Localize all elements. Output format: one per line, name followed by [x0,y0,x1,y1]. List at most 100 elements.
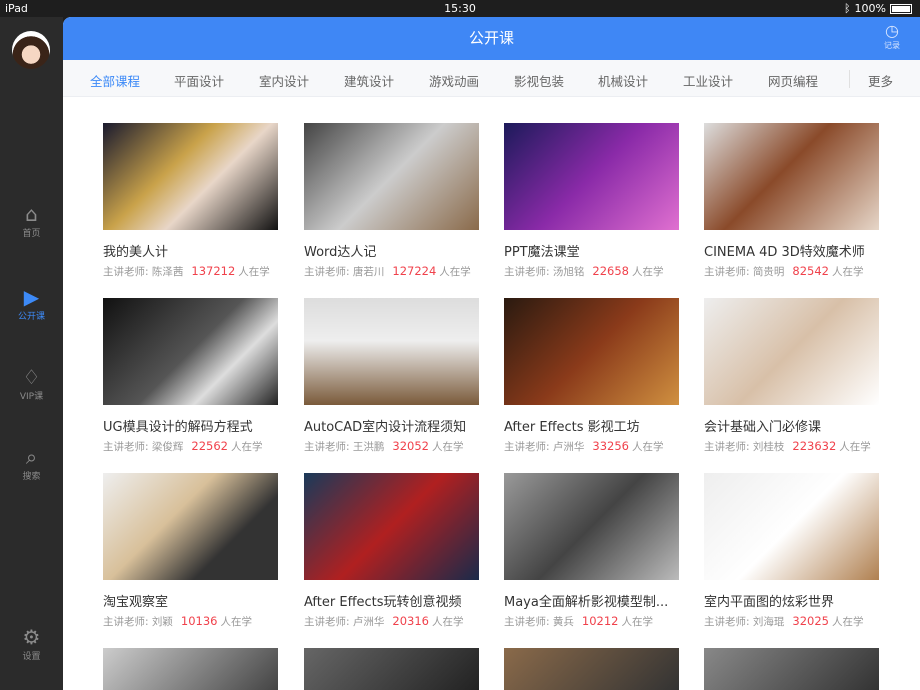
learner-suffix: 人在学 [631,441,664,453]
sidebar-item-label: 设置 [22,652,41,662]
course-card[interactable]: PPT魔法课堂 主讲老师: 汤旭铭 22658 人在学 [504,123,679,279]
clock-icon: ◷ [885,21,899,40]
main-content: 公开课 ◷ 记录 更多 全部课程 平面设计 室内设计 建筑设计 游戏动画 影视包装 机械设计 工… [63,17,920,690]
course-card[interactable]: 我的美人计 主讲老师: 陈泽茜 137212 人在学 [103,123,278,279]
teacher-name: 王洪鹏 [352,441,385,453]
course-thumbnail[interactable] [704,123,879,230]
course-thumbnail[interactable] [504,298,679,405]
sidebar-item-label: VIP课 [19,392,44,402]
tab-6[interactable]: 机械设计 [598,71,648,90]
course-title: UG模具设计的解码方程式 [103,420,253,435]
header: 公开课 ◷ 记录 [63,17,920,60]
course-card[interactable]: Word达人记 主讲老师: 唐若川 127224 人在学 [304,123,479,279]
course-card[interactable] [504,648,679,690]
sidebar: ⌂ 首页 ▶ 公开课 ♢ VIP课 ⌕ 搜索 ⚙ 设置 [0,17,63,690]
tab-1[interactable]: 平面设计 [174,71,224,90]
search-icon: ⌕ [25,445,38,469]
teacher-prefix: 主讲老师: [704,266,750,278]
record-button[interactable]: ◷ 记录 [884,22,900,52]
teacher-name: 刘桂枝 [752,441,785,453]
learner-count: 137212 [191,264,236,278]
clock: 15:30 [444,2,476,15]
category-tabs: 更多 全部课程 平面设计 室内设计 建筑设计 游戏动画 影视包装 机械设计 工业设计 网页编程 [63,60,920,97]
teacher-name: 陈泽茜 [151,266,184,278]
sidebar-item-1[interactable]: ▶ 公开课 [0,285,63,322]
status-bar: iPad 15:30 ᛒ 100% [0,0,920,17]
course-title: 我的美人计 [103,245,169,260]
course-thumbnail[interactable] [504,473,679,580]
tab-0[interactable]: 全部课程 [90,71,140,90]
teacher-prefix: 主讲老师: [304,441,350,453]
tab-8[interactable]: 网页编程 [768,71,818,90]
course-card[interactable]: AutoCAD室内设计流程须知 主讲老师: 王洪鹏 32052 人在学 [304,298,479,454]
learner-count: 22562 [191,439,228,453]
tab-3[interactable]: 建筑设计 [344,71,394,90]
course-meta: 主讲老师: 卢洲华 33256 人在学 [504,439,679,454]
course-card[interactable] [304,648,479,690]
avatar[interactable] [12,31,50,69]
home-icon: ⌂ [25,202,38,226]
learner-suffix: 人在学 [839,441,871,453]
video-icon: ▶ [23,285,40,309]
course-card[interactable]: CINEMA 4D 3D特效魔术师 主讲老师: 简贵明 82542 人在学 [704,123,879,279]
course-thumbnail[interactable] [304,298,479,405]
teacher-prefix: 主讲老师: [103,441,149,453]
course-title: 室内平面图的炫彩世界 [704,595,835,610]
learner-count: 33256 [592,439,629,453]
battery-icon [890,3,912,14]
course-thumbnail[interactable] [504,123,679,230]
tab-7[interactable]: 工业设计 [683,71,733,90]
learner-count: 127224 [392,264,437,278]
course-thumbnail[interactable] [504,648,679,690]
course-thumbnail[interactable] [103,123,278,230]
course-thumbnail[interactable] [304,123,479,230]
tab-5[interactable]: 影视包装 [514,71,564,90]
teacher-name: 卢洲华 [552,441,585,453]
course-card[interactable]: After Effects玩转创意视频 主讲老师: 卢洲华 20316 人在学 [304,473,479,629]
course-thumbnail[interactable] [103,648,278,690]
course-thumbnail[interactable] [304,473,479,580]
sidebar-item-0[interactable]: ⌂ 首页 [0,202,63,239]
course-card[interactable] [704,648,879,690]
learner-suffix: 人在学 [431,616,464,628]
course-title: After Effects 影视工坊 [504,420,640,435]
course-title: AutoCAD室内设计流程须知 [304,420,467,435]
teacher-name: 简贵明 [752,266,785,278]
course-card[interactable]: After Effects 影视工坊 主讲老师: 卢洲华 33256 人在学 [504,298,679,454]
course-thumbnail[interactable] [103,473,278,580]
course-card[interactable]: 淘宝观察室 主讲老师: 刘颖 10136 人在学 [103,473,278,629]
teacher-prefix: 主讲老师: [103,266,149,278]
teacher-name: 唐若川 [352,266,385,278]
tab-4[interactable]: 游戏动画 [429,71,479,90]
course-card[interactable]: 会计基础入门必修课 主讲老师: 刘桂枝 223632 人在学 [704,298,879,454]
course-meta: 主讲老师: 汤旭铭 22658 人在学 [504,264,679,279]
learner-count: 22658 [592,264,629,278]
course-thumbnail[interactable] [704,648,879,690]
page-title: 公开课 [468,29,514,47]
sidebar-item-2[interactable]: ♢ VIP课 [0,365,63,402]
battery-percent: 100% [854,2,886,15]
learner-suffix: 人在学 [631,266,664,278]
sidebar-item-4[interactable]: ⚙ 设置 [0,625,63,662]
course-thumbnail[interactable] [704,298,879,405]
course-title: CINEMA 4D 3D特效魔术师 [704,245,865,260]
teacher-name: 黄兵 [552,616,574,628]
teacher-prefix: 主讲老师: [504,266,550,278]
course-thumbnail[interactable] [304,648,479,690]
course-thumbnail[interactable] [103,298,278,405]
course-title: 会计基础入门必修课 [704,420,822,435]
sidebar-item-3[interactable]: ⌕ 搜索 [0,445,63,482]
tab-2[interactable]: 室内设计 [259,71,309,90]
course-meta: 主讲老师: 简贵明 82542 人在学 [704,264,879,279]
diamond-icon: ♢ [22,365,41,389]
course-thumbnail[interactable] [704,473,879,580]
learner-suffix: 人在学 [831,266,864,278]
course-card[interactable]: UG模具设计的解码方程式 主讲老师: 梁俊辉 22562 人在学 [103,298,278,454]
course-card[interactable]: Maya全面解析影视模型制... 主讲老师: 黄兵 10212 人在学 [504,473,679,629]
learner-suffix: 人在学 [230,441,263,453]
course-card[interactable]: 室内平面图的炫彩世界 主讲老师: 刘海琨 32025 人在学 [704,473,879,629]
course-card[interactable] [103,648,278,690]
more-button[interactable]: 更多 [868,71,893,90]
teacher-prefix: 主讲老师: [304,616,350,628]
learner-suffix: 人在学 [439,266,471,278]
